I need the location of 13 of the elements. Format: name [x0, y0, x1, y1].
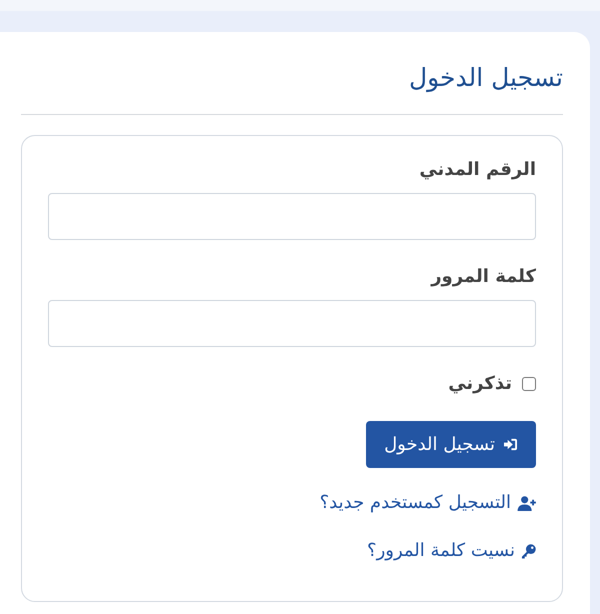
sign-in-icon: [503, 438, 518, 451]
field-label: الرقم المدني: [419, 158, 536, 182]
checkbox[interactable]: [522, 377, 536, 391]
card-title: تسجيل الدخول: [408, 62, 563, 94]
text-link[interactable]: نسيت كلمة المرور؟: [367, 538, 536, 564]
remember-label: تذكرني: [448, 372, 512, 396]
input-field[interactable]: [48, 193, 536, 240]
key-icon: [521, 544, 536, 558]
text-link[interactable]: التسجيل كمستخدم جديد؟: [320, 490, 536, 516]
field-label: كلمة المرور: [431, 265, 536, 289]
login-button[interactable]: تسجيل الدخول: [366, 421, 536, 468]
input-field[interactable]: [48, 300, 536, 347]
user-plus-icon: [517, 496, 536, 510]
